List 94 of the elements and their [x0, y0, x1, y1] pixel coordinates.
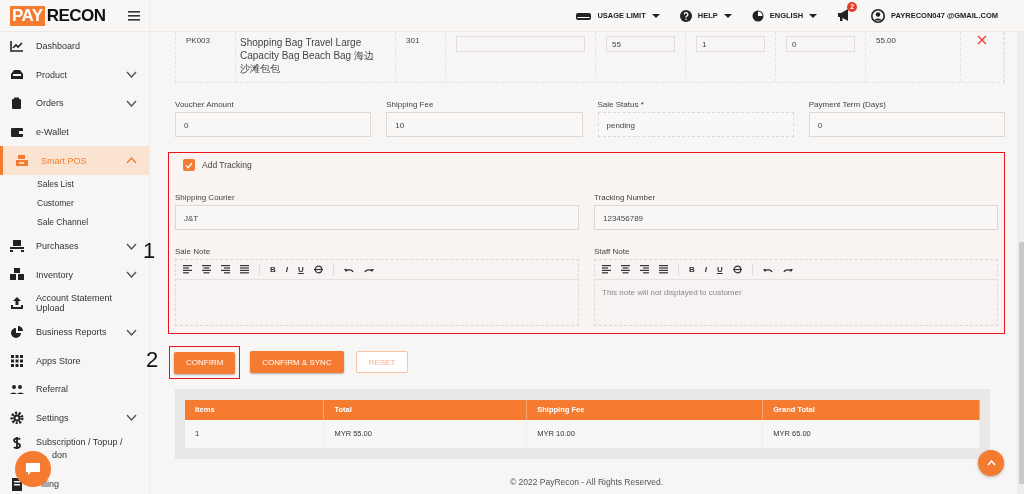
annotation-number: 2	[146, 347, 159, 373]
storage-icon[interactable]	[576, 10, 592, 21]
chevron-icon[interactable]	[126, 100, 137, 107]
input-field[interactable]: 123456789	[594, 205, 998, 230]
input-field[interactable]: 55	[606, 36, 675, 52]
people-icon	[10, 382, 24, 396]
format-button[interactable]: I	[704, 265, 707, 274]
table-cell: 301	[406, 36, 420, 45]
text-editor[interactable]: B I U This note will not displayed to customer	[594, 259, 998, 326]
boxes-icon	[10, 268, 24, 282]
check-icon	[185, 161, 193, 169]
field-label: Sale Status *	[597, 100, 645, 109]
close-icon[interactable]	[977, 35, 987, 45]
register-icon	[15, 154, 29, 168]
field-label: Tracking Number	[594, 193, 657, 202]
table-cell: PK003	[186, 36, 211, 45]
chevron-icon[interactable]	[126, 71, 137, 79]
submenu-item[interactable]: Sales List	[0, 174, 149, 194]
chevron-up-icon	[986, 460, 996, 466]
upload-icon	[10, 296, 24, 310]
field-label: Sale Note	[175, 247, 212, 256]
sidebar-item[interactable]: Product	[0, 60, 149, 90]
input-field[interactable]	[456, 36, 585, 52]
field-label: Shipping Fee	[386, 100, 435, 109]
pie-chart-icon	[10, 325, 24, 339]
justify-icon[interactable]	[240, 265, 249, 274]
caret-icon[interactable]	[651, 13, 660, 18]
globe-icon[interactable]	[751, 9, 764, 22]
align-center-icon[interactable]	[621, 265, 630, 274]
grid-icon	[10, 354, 24, 368]
tray-icon	[10, 68, 24, 82]
checkbox[interactable]	[183, 159, 195, 171]
logo: PAY RECON	[10, 5, 106, 26]
product-description: Shopping Bag Travel Large Capacity Bag Beach Bag 海边 沙滩包包	[240, 36, 375, 75]
checkbox-label: Add Tracking	[202, 160, 252, 170]
submenu-item[interactable]: Sale Channel	[0, 212, 149, 232]
input-field[interactable]: pending	[597, 112, 794, 137]
menu-icon[interactable]	[127, 10, 140, 21]
caret-icon[interactable]	[723, 13, 732, 18]
input-field[interactable]: 0	[786, 36, 855, 52]
sidebar-item[interactable]: Orders	[0, 89, 149, 118]
input-field[interactable]: J&T	[175, 205, 579, 230]
format-button[interactable]: B	[689, 265, 695, 274]
table-cell: 55.00	[876, 36, 897, 45]
align-left-icon[interactable]	[602, 265, 611, 274]
undo-icon[interactable]	[343, 266, 354, 273]
chart-icon	[10, 39, 24, 53]
align-right-icon[interactable]	[640, 265, 649, 274]
sidebar-item[interactable]: Settings	[0, 403, 149, 433]
chevron-icon[interactable]	[126, 328, 137, 336]
sidebar-item[interactable]: Subscription / Topup / don	[0, 432, 149, 471]
strikethrough-icon[interactable]	[732, 265, 742, 274]
chat-icon	[25, 462, 41, 476]
field-label: Voucher Amount	[175, 100, 235, 109]
sidebar-item[interactable]: Account Statement Upload	[0, 289, 149, 318]
settings-icon	[10, 411, 24, 425]
field-label: Shipping Courier	[175, 193, 236, 202]
chevron-icon[interactable]	[126, 242, 137, 250]
undo-icon[interactable]	[762, 266, 773, 273]
help-icon[interactable]	[679, 9, 692, 22]
chevron-icon[interactable]	[126, 414, 137, 422]
format-button[interactable]: U	[717, 265, 723, 274]
sidebar-item[interactable]: Business Reports	[0, 317, 149, 347]
clipboard-icon	[10, 97, 24, 110]
sidebar-item[interactable]: e-Wallet	[0, 117, 149, 147]
align-right-icon[interactable]	[221, 265, 230, 274]
input-field[interactable]: 0	[175, 112, 372, 137]
sidebar-item[interactable]: Referral	[0, 374, 149, 404]
copyright-text: © 2022 PayRecon - All Rights Reserved.	[508, 477, 665, 489]
placeholder-text: This note will not displayed to customer	[601, 287, 743, 299]
pallet-icon	[10, 239, 24, 253]
field-label: Payment Term (Days)	[808, 100, 887, 109]
field-label: Staff Note	[594, 247, 631, 256]
caret-icon[interactable]	[809, 13, 818, 18]
format-button[interactable]: B	[270, 265, 276, 274]
sidebar-item[interactable]: Dashboard	[0, 32, 149, 61]
justify-icon[interactable]	[659, 265, 668, 274]
text-editor[interactable]: B I U	[175, 259, 579, 326]
format-button[interactable]: U	[298, 265, 304, 274]
scroll-top-button[interactable]	[978, 450, 1004, 476]
submenu-item[interactable]: Customer	[0, 193, 149, 213]
align-left-icon[interactable]	[183, 265, 192, 274]
format-button[interactable]: I	[285, 265, 288, 274]
input-field[interactable]: 10	[386, 112, 583, 137]
strikethrough-icon[interactable]	[313, 265, 323, 274]
redo-icon[interactable]	[363, 266, 374, 273]
input-field[interactable]: 1	[696, 36, 765, 52]
input-field[interactable]: 0	[808, 112, 1005, 137]
redo-icon[interactable]	[782, 266, 793, 273]
align-center-icon[interactable]	[202, 265, 211, 274]
chevron-icon[interactable]	[126, 271, 137, 279]
wallet-icon	[10, 125, 24, 139]
dollar-icon	[10, 436, 24, 450]
avatar-icon[interactable]	[871, 8, 886, 23]
